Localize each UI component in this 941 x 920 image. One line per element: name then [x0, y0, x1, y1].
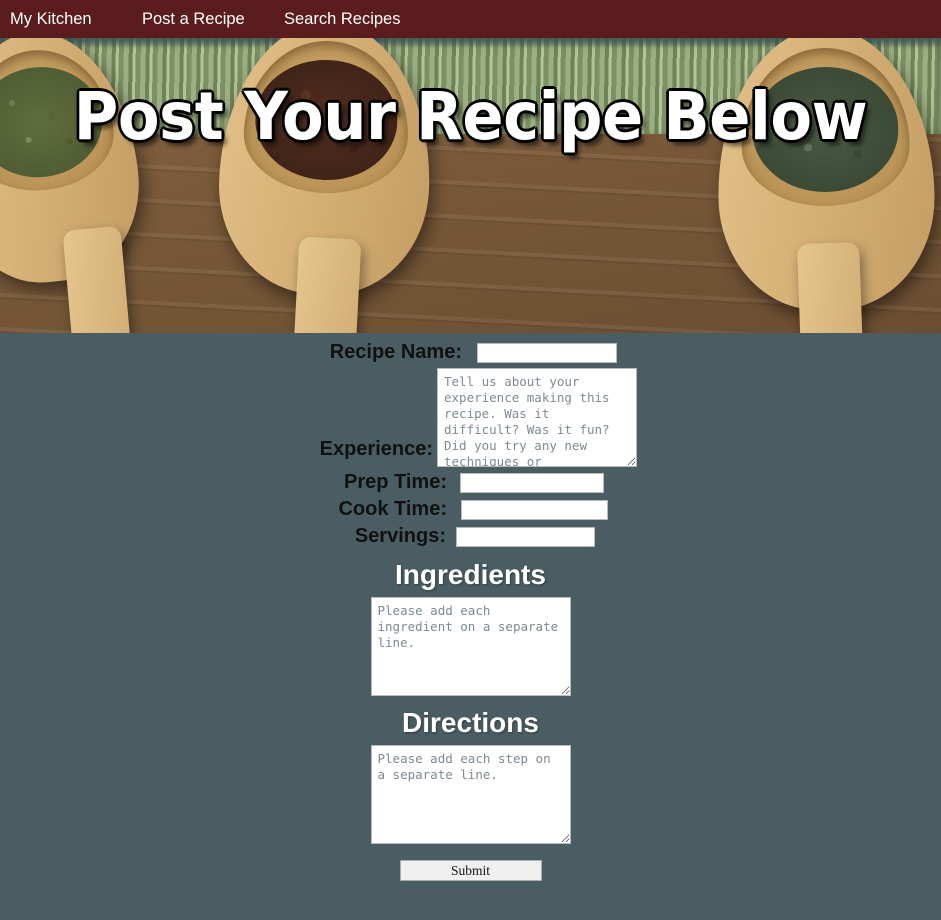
spoon-handle-right: [797, 241, 865, 333]
field-row-cook-time: Cook Time:: [0, 498, 941, 521]
directions-field-wrap: [0, 745, 941, 844]
field-row-prep-time: Prep Time:: [0, 471, 941, 494]
recipe-form: Recipe Name: Experience: Prep Time: Cook…: [0, 333, 941, 881]
top-navigation-bar: My Kitchen Post a Recipe Search Recipes: [0, 0, 941, 38]
ingredients-textarea[interactable]: [370, 597, 571, 696]
servings-input[interactable]: [456, 526, 595, 547]
cook-time-input[interactable]: [461, 499, 608, 520]
nav-link-my-kitchen[interactable]: My Kitchen: [10, 0, 142, 38]
nav-link-post-a-recipe[interactable]: Post a Recipe: [142, 0, 284, 38]
hero-banner: Post Your Recipe Below: [0, 38, 941, 333]
servings-label: Servings:: [354, 525, 446, 547]
nav-link-search-recipes[interactable]: Search Recipes: [284, 0, 400, 38]
cook-time-label: Cook Time:: [338, 498, 447, 520]
field-row-experience: Experience:: [0, 368, 941, 467]
recipe-name-label: Recipe Name:: [329, 341, 462, 363]
submit-button-wrap: Submit: [0, 860, 941, 881]
ingredients-heading: Ingredients: [395, 559, 546, 590]
spoon-handle-center: [290, 236, 362, 333]
prep-time-input[interactable]: [460, 472, 604, 493]
ingredients-field-wrap: [0, 597, 941, 696]
directions-heading: Directions: [402, 707, 539, 738]
experience-label: Experience:: [319, 438, 433, 460]
field-row-servings: Servings:: [0, 525, 941, 548]
submit-button[interactable]: Submit: [399, 860, 542, 881]
prep-time-label: Prep Time:: [344, 471, 447, 493]
directions-textarea[interactable]: [370, 745, 571, 844]
experience-textarea[interactable]: [437, 368, 637, 467]
field-row-recipe-name: Recipe Name:: [0, 341, 941, 364]
page-title: Post Your Recipe Below: [73, 78, 868, 155]
recipe-name-input[interactable]: [477, 342, 617, 363]
